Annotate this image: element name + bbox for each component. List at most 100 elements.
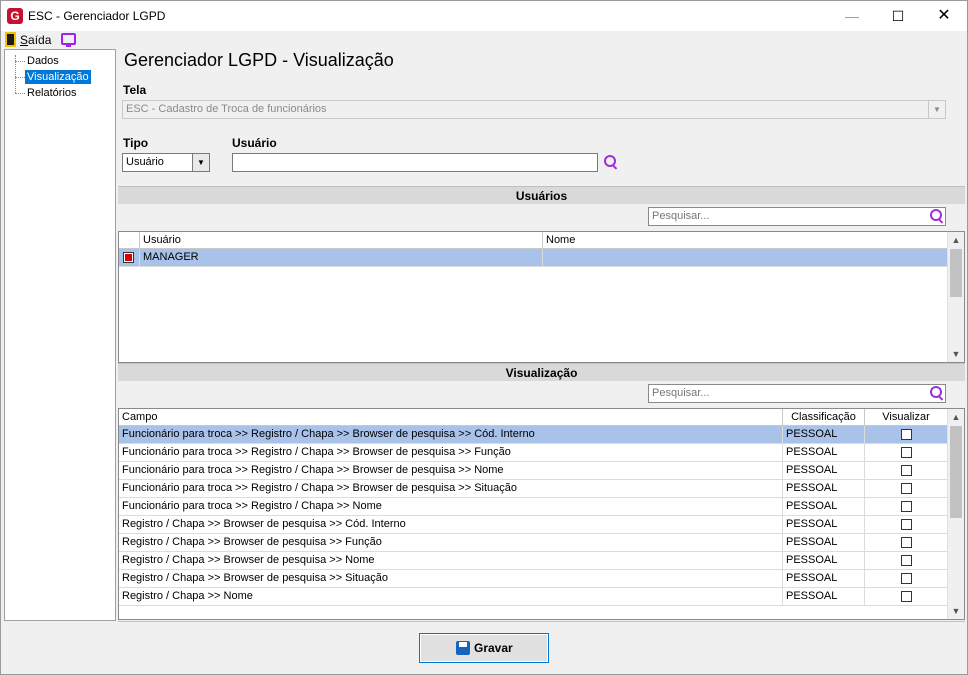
scrollbar-thumb[interactable] bbox=[950, 426, 962, 518]
table-row[interactable]: Registro / Chapa >> Browser de pesquisa … bbox=[119, 552, 948, 570]
exit-menu-item[interactable]: Saída bbox=[20, 33, 51, 47]
cell-visualizar[interactable] bbox=[865, 552, 948, 570]
checkbox-icon[interactable] bbox=[123, 252, 134, 263]
usuarios-scrollbar[interactable]: ▲ ▼ bbox=[947, 232, 964, 362]
cell-visualizar[interactable] bbox=[865, 444, 948, 462]
save-button-label: Gravar bbox=[474, 641, 513, 655]
cell-classificacao: PESSOAL bbox=[783, 516, 865, 534]
grid-header-campo[interactable]: Campo bbox=[119, 409, 783, 426]
usuario-input[interactable] bbox=[232, 153, 598, 172]
visualizacao-search-input[interactable]: Pesquisar... bbox=[648, 384, 946, 403]
search-icon[interactable] bbox=[929, 385, 945, 401]
title-bar[interactable]: G ESC - Gerenciador LGPD — ☐ ✕ bbox=[1, 1, 967, 31]
cell-classificacao: PESSOAL bbox=[783, 480, 865, 498]
cell-nome bbox=[543, 249, 948, 267]
checkbox-icon[interactable] bbox=[901, 555, 912, 566]
table-row[interactable]: Registro / Chapa >> Nome PESSOAL bbox=[119, 588, 948, 606]
cell-visualizar[interactable] bbox=[865, 426, 948, 444]
chevron-up-icon[interactable]: ▲ bbox=[948, 232, 964, 248]
chevron-down-icon[interactable]: ▼ bbox=[948, 346, 964, 362]
checkbox-icon[interactable] bbox=[901, 447, 912, 458]
cell-visualizar[interactable] bbox=[865, 498, 948, 516]
menu-bar: Saída bbox=[1, 31, 967, 49]
tipo-label: Tipo bbox=[123, 136, 149, 150]
table-row[interactable]: Funcionário para troca >> Registro / Cha… bbox=[119, 498, 948, 516]
cell-usuario: MANAGER bbox=[140, 249, 543, 267]
chevron-up-icon[interactable]: ▲ bbox=[948, 409, 964, 425]
cell-visualizar[interactable] bbox=[865, 480, 948, 498]
table-row[interactable]: Funcionário para troca >> Registro / Cha… bbox=[119, 480, 948, 498]
window-title: ESC - Gerenciador LGPD bbox=[28, 9, 166, 23]
row-checkbox-cell[interactable] bbox=[119, 249, 140, 267]
usuarios-section-header: Usuários bbox=[118, 186, 965, 204]
cell-campo: Registro / Chapa >> Browser de pesquisa … bbox=[119, 534, 783, 552]
usuarios-search-input[interactable]: Pesquisar... bbox=[648, 207, 946, 226]
tree-item-relatorios[interactable]: Relatórios bbox=[25, 86, 79, 100]
visualizacao-grid: Campo Classificação Visualizar Funcionár… bbox=[118, 408, 965, 620]
close-button[interactable]: ✕ bbox=[921, 1, 967, 31]
scrollbar-thumb[interactable] bbox=[950, 249, 962, 297]
tela-select-value: ESC - Cadastro de Troca de funcionários bbox=[126, 103, 327, 115]
table-row[interactable]: Registro / Chapa >> Browser de pesquisa … bbox=[119, 534, 948, 552]
cell-classificacao: PESSOAL bbox=[783, 534, 865, 552]
grid-header-visualizar[interactable]: Visualizar bbox=[865, 409, 948, 426]
search-icon[interactable] bbox=[929, 208, 945, 224]
checkbox-icon[interactable] bbox=[901, 429, 912, 440]
footer-divider bbox=[118, 621, 965, 622]
usuarios-grid: Usuário Nome MANAGER ▲ ▼ bbox=[118, 231, 965, 363]
checkbox-icon[interactable] bbox=[901, 501, 912, 512]
navigation-tree: Dados Visualização Relatórios bbox=[4, 49, 116, 621]
tree-connector bbox=[15, 61, 25, 62]
tipo-select[interactable]: Usuário ▼ bbox=[122, 153, 210, 172]
checkbox-icon[interactable] bbox=[901, 537, 912, 548]
cell-visualizar[interactable] bbox=[865, 588, 948, 606]
tipo-select-value: Usuário bbox=[126, 156, 164, 168]
cell-campo: Funcionário para troca >> Registro / Cha… bbox=[119, 498, 783, 516]
cell-classificacao: PESSOAL bbox=[783, 462, 865, 480]
cell-campo: Registro / Chapa >> Nome bbox=[119, 588, 783, 606]
monitor-icon[interactable] bbox=[61, 33, 76, 47]
table-row[interactable]: Funcionário para troca >> Registro / Cha… bbox=[119, 426, 948, 444]
table-row[interactable]: MANAGER bbox=[119, 249, 948, 267]
cell-visualizar[interactable] bbox=[865, 570, 948, 588]
chevron-down-icon[interactable]: ▼ bbox=[192, 154, 209, 171]
grid-header-check bbox=[119, 232, 140, 249]
table-row[interactable]: Registro / Chapa >> Browser de pesquisa … bbox=[119, 570, 948, 588]
chevron-down-icon[interactable]: ▼ bbox=[928, 101, 945, 118]
checkbox-icon[interactable] bbox=[901, 465, 912, 476]
checkbox-icon[interactable] bbox=[901, 519, 912, 530]
tree-item-visualizacao[interactable]: Visualização bbox=[25, 70, 91, 84]
save-disk-icon bbox=[456, 641, 470, 655]
chevron-down-icon[interactable]: ▼ bbox=[948, 603, 964, 619]
checkbox-icon[interactable] bbox=[901, 483, 912, 494]
checkbox-icon[interactable] bbox=[901, 591, 912, 602]
cell-campo: Funcionário para troca >> Registro / Cha… bbox=[119, 426, 783, 444]
table-row[interactable]: Registro / Chapa >> Browser de pesquisa … bbox=[119, 516, 948, 534]
tela-select[interactable]: ESC - Cadastro de Troca de funcionários … bbox=[122, 100, 946, 119]
cell-classificacao: PESSOAL bbox=[783, 588, 865, 606]
maximize-button[interactable]: ☐ bbox=[875, 1, 921, 31]
cell-visualizar[interactable] bbox=[865, 534, 948, 552]
checkbox-icon[interactable] bbox=[901, 573, 912, 584]
cell-campo: Registro / Chapa >> Browser de pesquisa … bbox=[119, 552, 783, 570]
grid-header-nome[interactable]: Nome bbox=[543, 232, 948, 249]
cell-campo: Registro / Chapa >> Browser de pesquisa … bbox=[119, 570, 783, 588]
tree-item-dados[interactable]: Dados bbox=[25, 54, 61, 68]
minimize-button[interactable]: — bbox=[829, 1, 875, 31]
grid-header-usuario[interactable]: Usuário bbox=[140, 232, 543, 249]
cell-visualizar[interactable] bbox=[865, 462, 948, 480]
usuario-label: Usuário bbox=[232, 136, 277, 150]
grid-header-classificacao[interactable]: Classificação bbox=[783, 409, 865, 426]
visualizacao-section-header: Visualização bbox=[118, 363, 965, 381]
table-row[interactable]: Funcionário para troca >> Registro / Cha… bbox=[119, 462, 948, 480]
visualizacao-scrollbar[interactable]: ▲ ▼ bbox=[947, 409, 964, 619]
cell-visualizar[interactable] bbox=[865, 516, 948, 534]
cell-classificacao: PESSOAL bbox=[783, 570, 865, 588]
table-row[interactable]: Funcionário para troca >> Registro / Cha… bbox=[119, 444, 948, 462]
search-icon[interactable] bbox=[603, 154, 619, 170]
exit-door-icon[interactable] bbox=[5, 32, 16, 47]
app-logo-icon: G bbox=[7, 8, 23, 24]
save-button[interactable]: Gravar bbox=[419, 633, 549, 663]
cell-classificacao: PESSOAL bbox=[783, 426, 865, 444]
cell-classificacao: PESSOAL bbox=[783, 498, 865, 516]
